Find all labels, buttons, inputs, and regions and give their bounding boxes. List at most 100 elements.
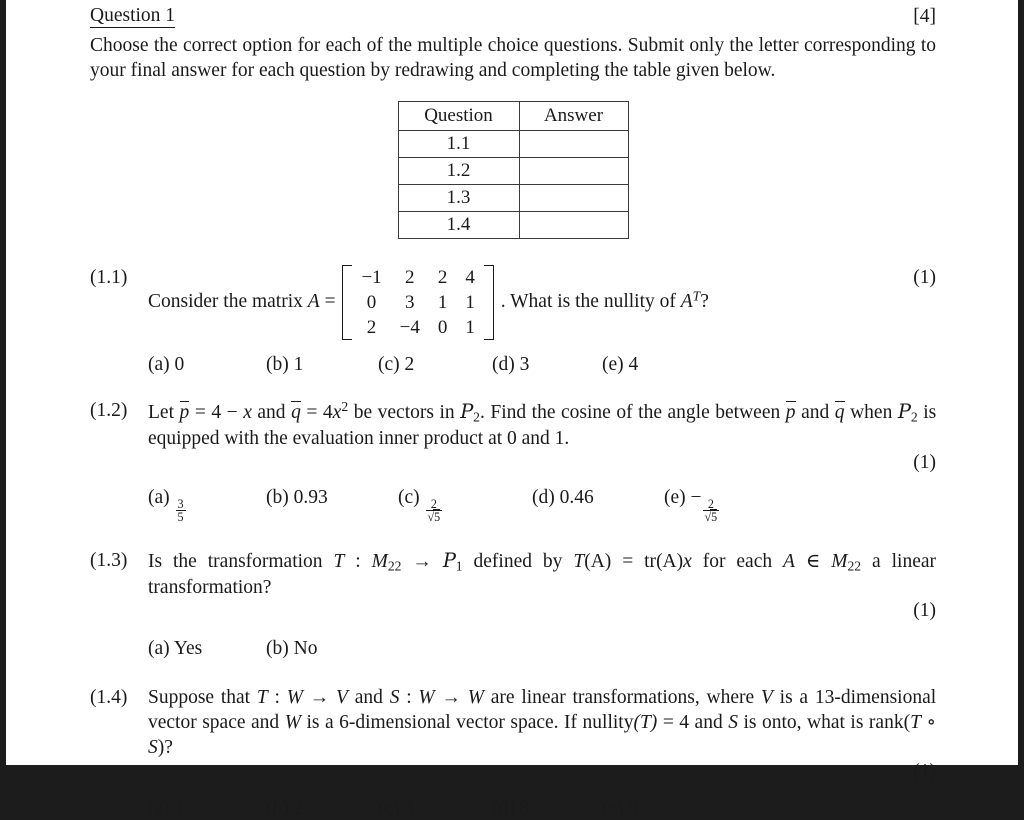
rank-s: S xyxy=(148,737,158,759)
option-value: 0 xyxy=(174,354,185,376)
space-w-2: W xyxy=(418,686,435,708)
question-header-row: Question 1 [4] xyxy=(90,5,936,32)
matrix-cell: 3 xyxy=(405,291,415,313)
fraction-denominator: √5 xyxy=(425,509,443,525)
nullity-arg-text: (T) xyxy=(633,712,658,734)
fraction-numerator: 3 xyxy=(177,497,184,512)
option-value: Yes xyxy=(173,637,203,659)
q14-t6: is onto, what is rank xyxy=(743,712,904,734)
q14-t2: and xyxy=(354,686,383,708)
transformation-t: T xyxy=(256,686,268,708)
option-1-2-d[interactable]: (d) 0.46 xyxy=(532,487,664,524)
bracket-right xyxy=(483,264,494,341)
cell-question-1-3: 1.3 xyxy=(397,183,520,212)
question-1-4: (1.4) Suppose that T : W → V and S : W →… xyxy=(90,685,936,784)
option-1-4-d[interactable]: (d) 8 xyxy=(492,798,602,820)
vector-q-bar-2: q xyxy=(834,401,845,424)
arrow-icon: → xyxy=(441,686,461,708)
option-1-1-b[interactable]: (b) 1 xyxy=(266,354,378,376)
option-value: No xyxy=(293,637,318,659)
option-1-4-a[interactable]: (a) 1 xyxy=(148,798,266,820)
table-row: 1.1 xyxy=(397,129,629,158)
option-value: 0.93 xyxy=(293,487,328,508)
fraction-two-over-root-five: 2 √5 xyxy=(425,498,443,525)
matrix-row: −1 2 2 4 xyxy=(352,265,483,290)
cell-answer-1-1[interactable] xyxy=(518,129,629,158)
transformation-s: S xyxy=(389,686,400,708)
column-header-answer: Answer xyxy=(518,100,629,131)
question-1-1-marks: (1) xyxy=(913,266,936,288)
option-1-3-a[interactable]: (a) Yes xyxy=(148,638,266,660)
option-letter: (a) xyxy=(148,487,170,508)
cell-answer-1-2[interactable] xyxy=(518,156,629,185)
option-1-1-e[interactable]: (e) 4 xyxy=(602,354,638,376)
space-w-3: W xyxy=(467,686,484,708)
matrix-cell: 1 xyxy=(465,291,475,313)
colon: : xyxy=(406,686,412,708)
option-1-1-a[interactable]: (a) 0 xyxy=(148,354,266,376)
question-1-1-body: (1) Consider the matrix A = −1 2 2 4 0 3… xyxy=(148,264,936,341)
q14-t5: is a 6-dimensional vector space. If null… xyxy=(306,712,634,734)
q12-eq2: = 4 xyxy=(306,402,333,424)
option-value: 1 xyxy=(174,798,185,820)
q12-eq1: = 4 − xyxy=(194,402,238,424)
table-header-row: Question Answer xyxy=(397,100,629,131)
t-of-a: T xyxy=(573,550,585,572)
option-1-2-b[interactable]: (b) 0.93 xyxy=(266,487,398,524)
matrix-row: 0 3 1 1 xyxy=(352,290,483,315)
matrix-cell: 2 xyxy=(437,266,448,288)
fraction-denominator: √5 xyxy=(702,509,720,525)
q14-t1: Suppose that xyxy=(148,686,251,708)
exponent-2: 2 xyxy=(341,399,349,415)
option-letter: (e) xyxy=(602,798,624,820)
option-1-2-a[interactable]: (a) 3 5 xyxy=(148,487,266,524)
cell-answer-1-4[interactable] xyxy=(518,210,629,239)
option-1-1-c[interactable]: (c) 2 xyxy=(378,354,492,376)
question-1-2-body: Let p = 4 − x and q = 4x2 be vectors in … xyxy=(148,398,936,451)
option-1-1-d[interactable]: (d) 3 xyxy=(492,354,602,376)
space-w-4: W xyxy=(284,712,301,734)
q12-t6: when xyxy=(850,402,893,424)
column-header-question: Question xyxy=(397,100,520,131)
options-1-1: (a) 0 (b) 1 (c) 2 (d) 3 (e) 4 xyxy=(148,354,936,376)
space-v-2: V xyxy=(760,686,773,708)
instructions-paragraph: Choose the correct option for each of th… xyxy=(90,35,936,82)
t-of-a-arg: (A) xyxy=(584,550,612,572)
cell-answer-1-3[interactable] xyxy=(518,183,629,212)
option-1-4-e[interactable]: (e) 9 xyxy=(602,798,638,820)
table-row: 1.2 xyxy=(397,156,629,185)
option-letter: (b) xyxy=(266,798,289,820)
arrow-icon: → xyxy=(412,550,432,572)
equals: = xyxy=(622,550,634,572)
matrix-cell: 4 xyxy=(465,266,475,288)
question-1-1: (1.1) (1) Consider the matrix A = −1 2 2 xyxy=(90,264,936,341)
option-letter: (c) xyxy=(378,798,400,820)
space-v: V xyxy=(336,686,348,708)
matrix-a: −1 2 2 4 0 3 1 1 2 −4 0 1 xyxy=(342,264,494,341)
space-w: W xyxy=(286,686,303,708)
matrix-cell: 0 xyxy=(437,317,448,339)
option-value: 2 xyxy=(293,798,304,820)
option-1-3-b[interactable]: (b) No xyxy=(266,638,317,660)
question-1-3: (1.3) Is the transformation T : M22 → P1… xyxy=(90,548,936,624)
option-1-4-b[interactable]: (b) 2 xyxy=(266,798,378,820)
option-1-4-c[interactable]: (c) 3 xyxy=(378,798,492,820)
bracket-left xyxy=(342,264,353,341)
option-value: 4 xyxy=(628,354,639,376)
q13-t3: for each xyxy=(702,550,773,572)
matrix-cell: 2 xyxy=(405,266,415,288)
matrix-cell: 1 xyxy=(465,317,475,339)
nullity-arg: (T) xyxy=(633,712,657,733)
question-mark: ? xyxy=(700,290,709,312)
option-letter: (a) xyxy=(148,354,170,376)
question-1-1-label: (1.1) xyxy=(90,266,128,288)
option-letter: (c) xyxy=(378,354,400,376)
option-letter: (b) xyxy=(266,487,289,508)
option-1-2-e[interactable]: (e) − 2 √5 xyxy=(664,487,720,525)
question-1-2: (1.2) Let p = 4 − x and q = 4x2 be vecto… xyxy=(90,398,936,475)
trace-operator: tr xyxy=(644,550,657,572)
option-1-2-c[interactable]: (c) 2 √5 xyxy=(398,487,532,525)
square-root-icon: √5 xyxy=(704,509,718,525)
equals-sign: = xyxy=(324,290,336,312)
page-title: Question 1 xyxy=(90,5,176,29)
